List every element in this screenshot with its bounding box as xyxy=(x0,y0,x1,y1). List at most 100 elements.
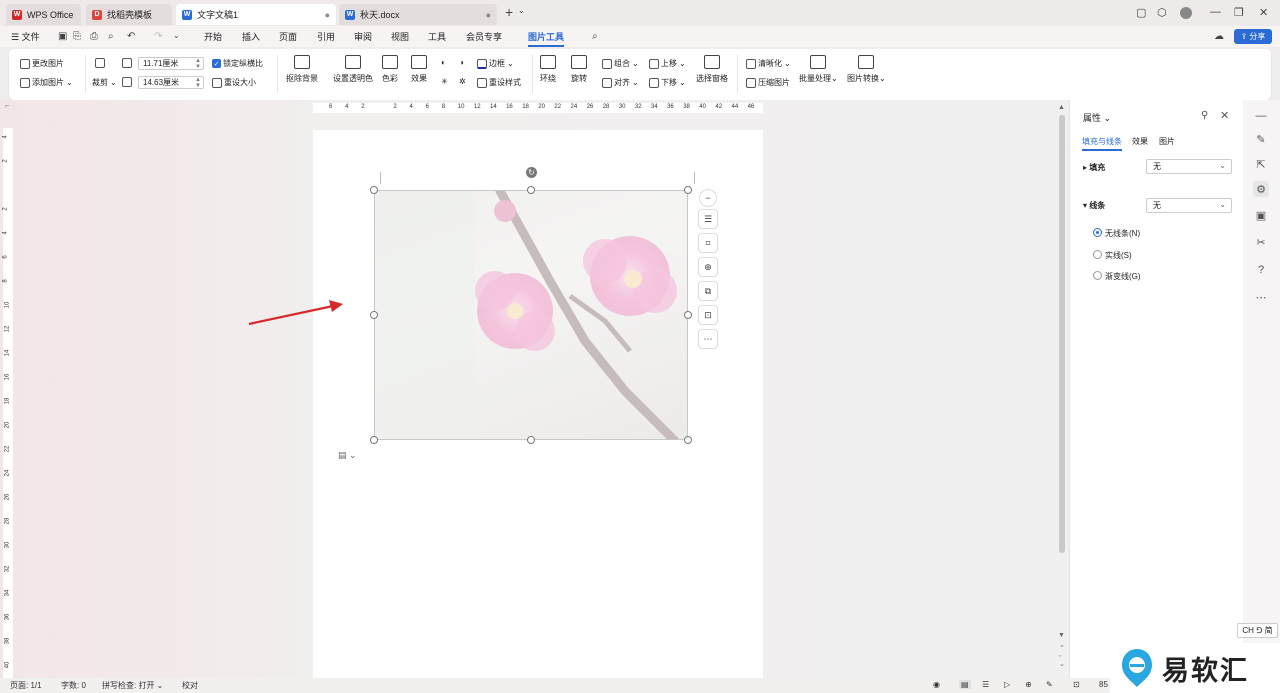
chevron-down-icon[interactable]: ⌄ xyxy=(518,6,525,15)
resize-handle-w[interactable] xyxy=(370,311,378,319)
undo-icon[interactable]: ↶ xyxy=(127,31,135,42)
help-icon[interactable]: ? xyxy=(1253,262,1269,278)
zoom-in-icon[interactable]: ⊕ xyxy=(698,257,718,277)
bring-up-button[interactable]: 上移 ⌄ xyxy=(649,58,686,69)
tab-picture[interactable]: 图片 xyxy=(1159,136,1175,147)
page-view-icon[interactable]: ▤ xyxy=(959,680,971,689)
properties-icon[interactable]: ⚙ xyxy=(1253,181,1269,197)
close-window-icon[interactable]: ✕ xyxy=(1259,6,1268,19)
edit-icon[interactable]: ✎ xyxy=(1253,131,1269,147)
menu-reference[interactable]: 引用 xyxy=(317,30,335,43)
remove-bg-button[interactable]: 抠除背景 xyxy=(286,55,318,84)
chevron-down-icon[interactable]: ⌄ xyxy=(173,31,180,40)
save-icon[interactable]: ▣ xyxy=(58,31,67,42)
scroll-up-icon[interactable]: ▲ xyxy=(1058,104,1065,111)
resize-handle-se[interactable] xyxy=(684,436,692,444)
page-nav-icon[interactable]: ⌃ ◦ ⌄ xyxy=(1059,645,1065,669)
sharpen-button[interactable]: 清晰化 ⌄ xyxy=(746,58,791,69)
share-button[interactable]: ⇪ 分享 xyxy=(1234,29,1272,44)
window-layout-icon[interactable]: ▢ xyxy=(1136,6,1146,19)
menu-home[interactable]: 开始 xyxy=(204,30,222,43)
new-tab-button[interactable]: + xyxy=(505,4,513,20)
outline-view-icon[interactable]: ☰ xyxy=(982,680,989,689)
effect-button[interactable]: 效果 xyxy=(411,55,427,84)
tab-docer[interactable]: D 找稻壳模板 xyxy=(86,4,172,25)
paste-options-icon[interactable]: ▤ ⌄ xyxy=(338,450,357,461)
color-button[interactable]: 色彩 xyxy=(382,55,398,84)
resize-handle-e[interactable] xyxy=(684,311,692,319)
resize-handle-ne[interactable] xyxy=(684,186,692,194)
change-picture-button[interactable]: 更改图片 xyxy=(20,58,64,69)
menu-file[interactable]: ☰ 文件 xyxy=(11,30,40,43)
redo-icon[interactable]: ↷ xyxy=(154,31,162,42)
radio-no-line[interactable] xyxy=(1093,228,1102,237)
lock-ratio-checkbox[interactable]: ✓ 锁定纵横比 xyxy=(212,58,263,69)
spell-check[interactable]: 拼写检查: 打开 ⌄ xyxy=(102,680,163,691)
ime-indicator[interactable]: CH ⅁ 简 xyxy=(1237,623,1278,638)
select-pointer-icon[interactable]: ⇱ xyxy=(1253,156,1269,172)
batch-button[interactable]: 批量处理⌄ xyxy=(799,55,838,84)
menu-review[interactable]: 审阅 xyxy=(354,30,372,43)
width-input[interactable]: 11.71厘米 ▲ ▼ xyxy=(138,57,204,70)
close-icon[interactable]: ● xyxy=(325,10,330,20)
web-view-icon[interactable]: ⊕ xyxy=(1025,680,1032,689)
tab-effect[interactable]: 效果 xyxy=(1132,136,1148,147)
menu-insert[interactable]: 插入 xyxy=(242,30,260,43)
layout-options-icon[interactable]: ☰ xyxy=(698,209,718,229)
group-button[interactable]: 组合 ⌄ xyxy=(602,58,639,69)
screenshot-icon[interactable]: ⊡ xyxy=(698,305,718,325)
resize-handle-sw[interactable] xyxy=(370,436,378,444)
collapse-toolbar-icon[interactable]: − xyxy=(699,189,717,207)
proofread[interactable]: 校对 xyxy=(182,680,198,691)
vertical-ruler[interactable]: 4 2 2 4 6 8 10 12 14 16 18 20 22 24 26 28 30 32 34 36 38 40 xyxy=(3,128,13,678)
picture-edit-icon[interactable]: ▣ xyxy=(1253,207,1269,223)
panel-title[interactable]: 属性 ⌄ xyxy=(1083,111,1111,124)
selection-pane-button[interactable]: 选择窗格 xyxy=(696,55,728,84)
menu-member[interactable]: 会员专享 xyxy=(466,30,502,43)
height-input[interactable]: 14.63厘米 ▲ ▼ xyxy=(138,76,204,89)
print-icon[interactable]: ⎙ xyxy=(90,31,98,42)
contrast-icon[interactable]: ◐ xyxy=(441,58,446,67)
scroll-down-icon[interactable]: ▼ xyxy=(1058,632,1065,639)
selected-picture[interactable] xyxy=(374,190,688,440)
tab-fill-line[interactable]: 填充与线条 xyxy=(1082,136,1122,151)
eye-protection-icon[interactable]: ◉ xyxy=(933,680,940,689)
resize-handle-n[interactable] xyxy=(527,186,535,194)
more-icon[interactable]: ⋯ xyxy=(1253,289,1269,305)
tab-doc1[interactable]: W 文字文稿1 ● xyxy=(176,4,336,25)
stepper-icon[interactable]: ▲ ▼ xyxy=(195,77,201,89)
minimize-icon[interactable]: — xyxy=(1210,6,1221,18)
page-count[interactable]: 页面: 1/1 xyxy=(10,680,42,691)
reset-style-button[interactable]: 重设样式 xyxy=(477,77,521,88)
radio-solid-line[interactable] xyxy=(1093,250,1102,259)
restore-icon[interactable]: ❐ xyxy=(1234,6,1244,19)
sun-up-icon[interactable]: ✳ xyxy=(441,77,448,86)
tab-autumn-doc[interactable]: W 秋天.docx ● xyxy=(339,4,497,25)
crop-button[interactable]: 裁剪 ⌄ xyxy=(92,77,117,88)
rotate-handle-icon[interactable]: ↻ xyxy=(526,167,537,178)
copy-icon[interactable]: ⧉ xyxy=(698,281,718,301)
print-preview-icon[interactable]: ⌕ xyxy=(108,31,114,42)
vertical-scrollbar[interactable] xyxy=(1059,115,1065,553)
compress-button[interactable]: 压缩图片 xyxy=(746,77,790,88)
line-section-header[interactable]: ▾ 线条 xyxy=(1083,200,1105,211)
brightness-icon[interactable]: ◑ xyxy=(459,58,464,67)
menu-view[interactable]: 视图 xyxy=(391,30,409,43)
tools-icon[interactable]: ✂ xyxy=(1253,234,1269,250)
ruler-corner-icon[interactable]: ⌐ xyxy=(5,103,9,110)
reset-size-button[interactable]: 重设大小 xyxy=(212,77,256,88)
sun-down-icon[interactable]: ✲ xyxy=(459,77,466,86)
align-button[interactable]: 对齐 ⌄ xyxy=(602,77,639,88)
pen-icon[interactable]: ✎ xyxy=(1046,680,1053,689)
cloud-icon[interactable]: ☁ xyxy=(1214,31,1224,42)
wrap-button[interactable]: 环绕 xyxy=(540,55,556,84)
stepper-icon[interactable]: ▲ ▼ xyxy=(195,58,201,70)
close-icon[interactable]: ● xyxy=(486,10,491,20)
pin-icon[interactable]: ⚲ xyxy=(1201,110,1208,121)
horizontal-ruler[interactable]: 6 4 2 2 4 6 8 10 12 14 16 18 20 22 24 26 28 30 32 34 36 38 40 4… xyxy=(313,103,763,113)
menu-picture-tools[interactable]: 图片工具 xyxy=(528,30,565,47)
fill-select[interactable]: 无 ⌄ xyxy=(1146,159,1232,174)
collapse-panel-icon[interactable]: — xyxy=(1253,108,1269,124)
add-picture-button[interactable]: 添加图片 ⌄ xyxy=(20,77,73,88)
convert-button[interactable]: 图片转换⌄ xyxy=(847,55,886,84)
